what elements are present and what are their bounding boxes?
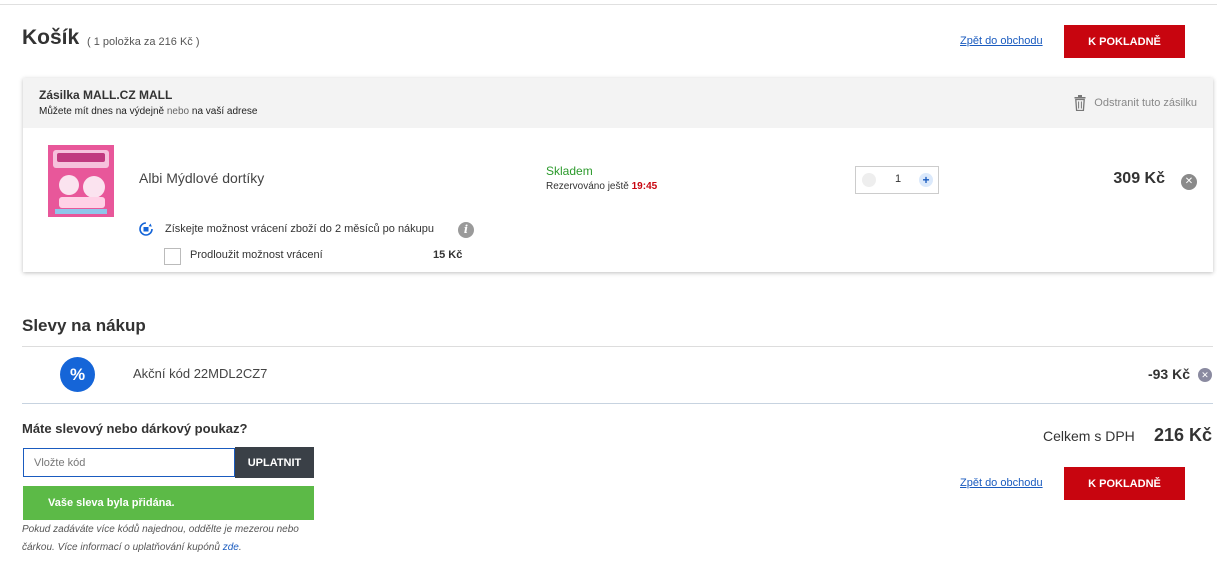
return-option-text: Získejte možnost vrácení zboží do 2 měsí… bbox=[165, 223, 435, 235]
cart-summary-count: ( 1 položka za 216 Kč ) bbox=[87, 36, 200, 48]
back-to-shop-link-bottom[interactable]: Zpět do obchodu bbox=[960, 477, 1043, 489]
remove-shipment-button[interactable]: Odstranit tuto zásilku bbox=[1074, 95, 1197, 111]
shipment-name: Zásilka MALL.CZ MALL bbox=[39, 88, 173, 102]
remove-shipment-label: Odstranit tuto zásilku bbox=[1094, 97, 1197, 109]
remove-discount-button[interactable]: ✕ bbox=[1198, 368, 1212, 382]
total-label: Celkem s DPH bbox=[1043, 428, 1135, 444]
checkout-button[interactable]: K POKLADNĚ bbox=[1064, 25, 1185, 58]
shipment-desc-part1: Můžete mít dnes na výdejně bbox=[39, 106, 165, 117]
apply-voucher-button[interactable]: UPLATNIT bbox=[235, 447, 314, 478]
discounts-heading: Slevy na nákup bbox=[22, 316, 146, 335]
top-divider bbox=[0, 4, 1217, 5]
product-price: 309 Kč bbox=[1113, 170, 1165, 187]
extend-return-checkbox[interactable] bbox=[164, 248, 181, 265]
extend-return-label[interactable]: Prodloužit možnost vrácení bbox=[190, 249, 323, 261]
page-title: Košík bbox=[22, 26, 80, 49]
voucher-heading: Máte slevový nebo dárkový poukaz? bbox=[22, 421, 248, 436]
trash-icon bbox=[1074, 95, 1086, 111]
shipment-description: Můžete mít dnes na výdejně nebo na vaší … bbox=[39, 106, 258, 117]
quantity-decrease-button[interactable] bbox=[862, 173, 876, 187]
product-image[interactable] bbox=[45, 141, 119, 221]
note-period: . bbox=[238, 542, 242, 553]
reservation-time: 19:45 bbox=[631, 181, 658, 192]
product-name[interactable]: Albi Mýdlové dortíky bbox=[139, 170, 264, 186]
checkout-button-bottom[interactable]: K POKLADNĚ bbox=[1064, 467, 1185, 500]
quantity-value[interactable]: 1 bbox=[892, 173, 904, 185]
voucher-info-link[interactable]: zde bbox=[223, 542, 239, 553]
extend-return-price: 15 Kč bbox=[433, 249, 463, 261]
voucher-note-text: Pokud zadáváte více kódů najednou, odděl… bbox=[22, 524, 299, 553]
reservation-label: Rezervováno ještě bbox=[546, 181, 629, 192]
shipment-desc-or: nebo bbox=[166, 106, 190, 117]
reservation-info: Rezervováno ještě 19:45 bbox=[546, 181, 657, 192]
voucher-note: Pokud zadáváte více kódů najednou, odděl… bbox=[22, 521, 312, 557]
divider bbox=[22, 403, 1213, 404]
back-to-shop-link[interactable]: Zpět do obchodu bbox=[960, 35, 1043, 47]
remove-item-button[interactable]: ✕ bbox=[1181, 174, 1197, 190]
return-icon bbox=[139, 222, 153, 236]
info-icon[interactable]: i bbox=[458, 222, 474, 238]
shipment-desc-part2: na vaší adrese bbox=[191, 106, 258, 117]
quantity-increase-button[interactable]: + bbox=[919, 173, 933, 187]
percent-icon: % bbox=[60, 357, 95, 392]
total-value: 216 Kč bbox=[1154, 425, 1213, 445]
voucher-code-input[interactable] bbox=[23, 448, 235, 477]
promo-code-label: Akční kód 22MDL2CZ7 bbox=[133, 366, 268, 381]
voucher-success-message: Vaše sleva byla přidána. bbox=[23, 486, 314, 520]
divider bbox=[22, 346, 1213, 347]
shipment-header: Zásilka MALL.CZ MALL Můžete mít dnes na … bbox=[23, 78, 1213, 128]
quantity-stepper: 1 + bbox=[855, 166, 939, 194]
shipment-card: Zásilka MALL.CZ MALL Můžete mít dnes na … bbox=[23, 78, 1213, 272]
discount-amount: -93 Kč bbox=[1147, 366, 1190, 382]
stock-status: Skladem bbox=[546, 164, 593, 178]
